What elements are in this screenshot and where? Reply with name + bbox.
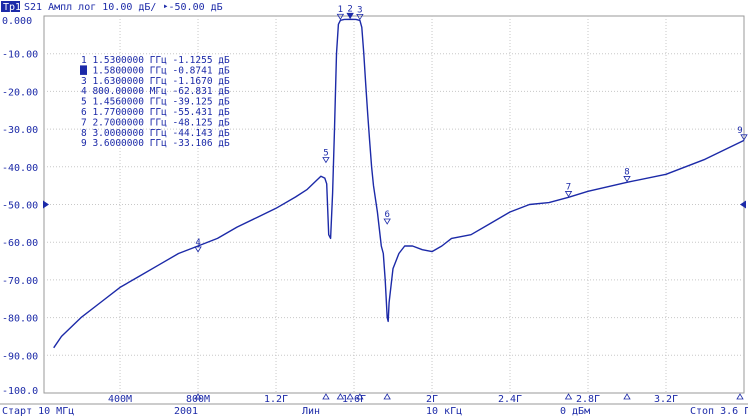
marker-label: 8 [624,167,629,177]
x-tick-label: 800M [186,394,210,405]
trace-params[interactable]: S21 Ампл лог 10.00 дБ/ ‣-50.00 дБ [24,2,223,13]
x-tick-label: 3.2Г [654,394,678,405]
y-tick-label: -70.00 [2,276,38,287]
marker-label: 1 [338,5,343,15]
x-tick-label: 2Г [426,394,438,405]
marker-label: 4 [195,238,200,248]
y-tick-label: -90.00 [2,351,38,362]
source-power[interactable]: 0 дБм [560,406,590,417]
marker-label: 3 [357,5,362,15]
marker-axis-triangle[interactable] [736,393,744,400]
start-freq[interactable]: Старт 10 МГц [2,406,74,417]
x-axis: 400M 800M 1.2Г 1.6Г 2Г 2.4Г 2.8Г 3.2Г [108,394,678,405]
trace-id: Тр1 [3,2,21,13]
sweep-type[interactable]: Лин [302,406,320,417]
marker-table-row-7[interactable]: 7 2.7000000 ГГц -48.125 дБ [81,117,230,128]
marker-table-row-3[interactable]: 3 1.6300000 ГГц -1.1670 дБ [81,76,230,87]
analyzer-screen: Тр1 S21 Ампл лог 10.00 дБ/ ‣-50.00 дБ 0.… [0,0,748,418]
marker-label: 2 [347,4,352,14]
x-tick-label: 400M [108,394,132,405]
marker-label: 5 [323,149,328,159]
marker-axis-triangle[interactable] [322,393,330,400]
x-tick-label: 1.2Г [264,394,288,405]
marker-axis-triangle[interactable] [383,393,391,400]
y-tick-label: -20.00 [2,87,38,98]
y-tick-label: -100.0 [2,386,38,397]
y-tick-label: -30.00 [2,125,38,136]
marker-table-row-4[interactable]: 4 800.00000 МГц -62.831 дБ [81,86,230,97]
stop-freq[interactable]: Стоп 3.6 ГГц [690,406,748,417]
y-tick-label: -50.00 [2,201,38,212]
marker-table-row-9[interactable]: 9 3.6000000 ГГц -33.106 дБ [81,138,230,149]
s21-chart: Тр1 S21 Ампл лог 10.00 дБ/ ‣-50.00 дБ 0.… [0,1,748,417]
marker-label: 7 [566,182,571,192]
marker-axis-triangle[interactable] [623,393,631,400]
y-tick-label: -60.00 [2,238,38,249]
marker-table: 1 1.5300000 ГГц -1.1255 дБ2 1.5800000 ГГ… [80,55,230,149]
marker-table-row-6[interactable]: 6 1.7700000 ГГц -55.431 дБ [81,107,230,118]
marker-axis-triangle[interactable] [564,393,573,400]
marker-table-row-1[interactable]: 1 1.5300000 ГГц -1.1255 дБ [81,55,230,66]
marker-table-row-5[interactable]: 5 1.4560000 ГГц -39.125 дБ [81,97,230,108]
marker-label: 6 [384,210,389,220]
sweep-points[interactable]: 2001 [174,406,198,417]
marker-table-row-8[interactable]: 8 3.0000000 ГГц -44.143 дБ [81,128,230,139]
if-bandwidth[interactable]: 10 кГц [426,406,462,417]
y-tick-label: -10.00 [2,50,38,61]
y-tick-label: -80.00 [2,314,38,325]
marker-label: 9 [737,126,742,136]
x-tick-label: 2.8Г [576,394,600,405]
marker-table-row-2[interactable]: 2 1.5800000 ГГц -0.8741 дБ [81,65,230,76]
x-tick-label: 2.4Г [498,394,522,405]
y-tick-label: -40.00 [2,163,38,174]
y-tick-label: 0.000 [2,16,32,27]
x-tick-label: 1.6Г [342,394,366,405]
